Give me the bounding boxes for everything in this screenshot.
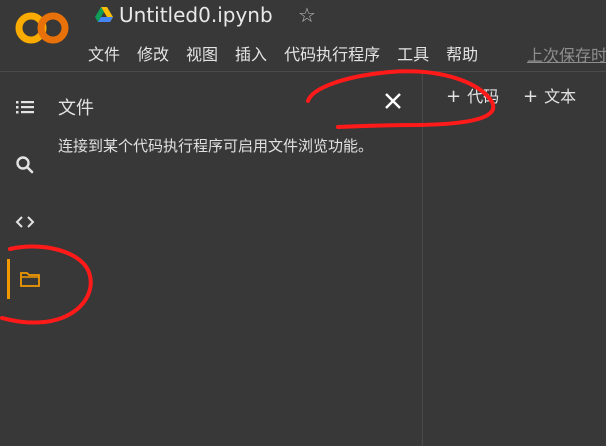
- search-button[interactable]: [4, 145, 46, 185]
- close-icon[interactable]: [380, 88, 406, 114]
- add-code-button[interactable]: + 代码: [446, 83, 499, 107]
- menu-edit[interactable]: 修改: [137, 41, 169, 65]
- menu-runtime[interactable]: 代码执行程序: [284, 41, 380, 65]
- star-icon[interactable]: ☆: [298, 3, 316, 27]
- add-text-label: 文本: [544, 87, 577, 106]
- menu-help[interactable]: 帮助: [446, 41, 478, 65]
- app-header: Untitled0.ipynb ☆ 文件 修改 视图 插入 代码执行程序 工具 …: [0, 0, 606, 71]
- files-button[interactable]: [7, 259, 50, 299]
- files-panel-title: 文件: [58, 98, 94, 119]
- menu-view[interactable]: 视图: [186, 41, 218, 65]
- menu-bar: 文件 修改 视图 插入 代码执行程序 工具 帮助: [88, 41, 495, 65]
- add-code-label: 代码: [467, 87, 500, 106]
- header-divider: [0, 71, 606, 72]
- toc-icon: [16, 101, 34, 114]
- plus-icon: +: [446, 86, 462, 107]
- colab-logo[interactable]: [14, 10, 70, 46]
- plus-icon: +: [523, 86, 539, 107]
- add-text-button[interactable]: + 文本: [523, 83, 576, 107]
- menu-tools[interactable]: 工具: [397, 41, 429, 65]
- folder-icon: [20, 272, 40, 287]
- files-panel-message: 连接到某个代码执行程序可启用文件浏览功能。: [58, 137, 374, 155]
- notebook-title[interactable]: Untitled0.ipynb: [119, 3, 273, 27]
- panel-divider[interactable]: [422, 72, 423, 446]
- menu-insert[interactable]: 插入: [235, 41, 267, 65]
- code-snippets-button[interactable]: [4, 202, 46, 242]
- toc-button[interactable]: [4, 87, 46, 127]
- left-sidebar: [0, 72, 52, 446]
- menu-file[interactable]: 文件: [88, 41, 120, 65]
- search-icon: [16, 156, 34, 174]
- drive-icon[interactable]: [95, 7, 113, 23]
- code-icon: [15, 216, 35, 228]
- last-saved-link[interactable]: 上次保存时: [527, 42, 606, 66]
